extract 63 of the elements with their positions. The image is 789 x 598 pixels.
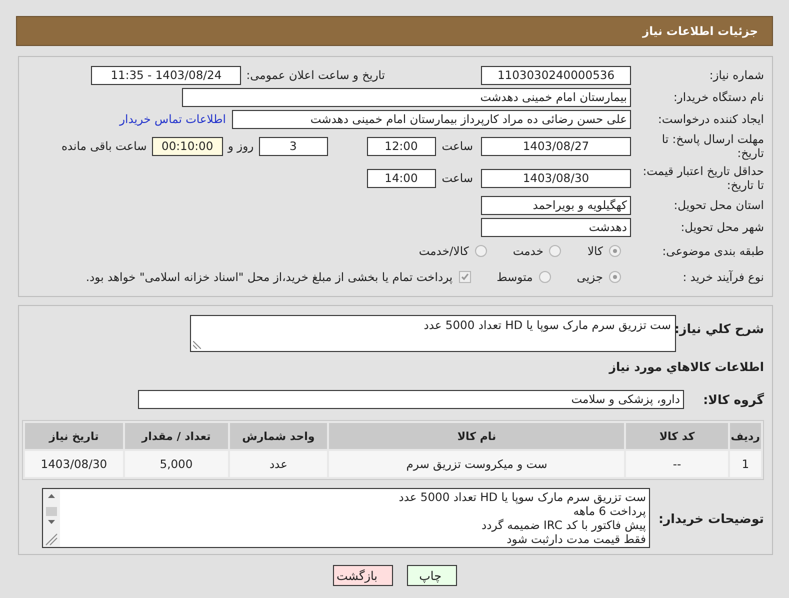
field-label: نام دستگاه خریدار:: [672, 90, 764, 104]
input-field[interactable]: 14:00: [366, 168, 436, 188]
time-label: ساعت: [442, 139, 473, 153]
scrollbar[interactable]: [43, 489, 60, 547]
resize-grip-icon[interactable]: [193, 341, 201, 349]
field-label: مهلت ارسال پاسخ: تا تاریخ:: [660, 132, 764, 160]
input-field[interactable]: 3: [258, 136, 328, 156]
contact-link[interactable]: اطلاعات تماس خریدار: [119, 112, 226, 126]
field-label: توضیحات خریدار:: [657, 510, 764, 526]
table-cell: 5,000: [124, 451, 228, 477]
checkbox-label: پرداخت تمام یا بخشی از مبلغ خرید،از محل "اسناد خزانه اسلامی" خواهد بود.: [86, 270, 453, 284]
input-field[interactable]: 1403/08/27: [481, 136, 631, 156]
radio-button[interactable]: [609, 245, 621, 257]
table-cell: ست و میکروست تزریق سرم: [329, 451, 624, 477]
radio-label: کالا: [587, 244, 603, 258]
column-header: واحد شمارش: [230, 423, 328, 449]
radio-button[interactable]: [609, 271, 621, 283]
column-header: ردیف: [730, 423, 761, 449]
table-cell: عدد: [230, 451, 328, 477]
field-label: نوع فرآیند خرید :: [682, 270, 764, 284]
input-field[interactable]: 1103030240000536: [481, 66, 631, 84]
field-label: ایجاد کننده درخواست:: [657, 112, 764, 126]
radio-label: متوسط: [496, 270, 533, 284]
section-title: اطلاعات كالاهاي مورد نياز: [608, 360, 764, 374]
checkbox[interactable]: [458, 271, 471, 283]
notes-field[interactable]: ست تزریق سرم مارک سوپا یا HD تعداد 5000 عدد پرداخت 6 ماهه پیش فاکتور با کد IRC ضمیمه گردد فقط قیمت مدت دارثبت شود: [42, 488, 650, 548]
field-label: استان محل تحویل:: [672, 198, 764, 212]
table-cell: 1: [730, 451, 761, 477]
input-field[interactable]: کهگیلویه و بویراحمد: [481, 196, 631, 214]
field-label: تاریخ و ساعت اعلان عمومی:: [246, 68, 385, 82]
column-header: تاریخ نیاز: [25, 423, 123, 449]
table-cell: --: [626, 451, 728, 477]
radio-label: جزیی: [576, 270, 603, 284]
input-field[interactable]: دهدشت: [481, 218, 631, 236]
table-cell: 1403/08/30: [25, 451, 123, 477]
input-field[interactable]: علی حسن رضائی ده مراد کارپرداز بیمارستان امام خمینی دهدشت: [232, 110, 631, 128]
print-button[interactable]: چاپ: [406, 565, 456, 586]
radio-label: کالا/خدمت: [418, 244, 469, 258]
back-button[interactable]: بازگشت: [332, 565, 392, 586]
days-label: روز و: [228, 139, 254, 153]
field-label: طبقه بندی موضوعی:: [661, 244, 764, 258]
input-field[interactable]: 12:00: [366, 136, 436, 156]
radio-button[interactable]: [474, 245, 487, 257]
column-header: نام کالا: [329, 423, 624, 449]
field-label: شرح كلي نياز:: [676, 321, 764, 336]
column-header: تعداد / مقدار: [124, 423, 228, 449]
radio-button[interactable]: [538, 271, 551, 283]
radio-button[interactable]: [549, 245, 562, 257]
page-header: جزئیات اطلاعات نیاز: [16, 16, 773, 46]
field-label: شهر محل تحویل:: [680, 220, 764, 234]
field-label: گروه کالا:: [702, 392, 764, 406]
input-field[interactable]: بیمارستان امام خمینی دهدشت: [182, 88, 631, 106]
input-field[interactable]: 1403/08/24 - 11:35: [91, 66, 242, 84]
remaining-label: ساعت باقی مانده: [62, 139, 147, 153]
time-label: ساعت: [442, 171, 473, 185]
input-field[interactable]: دارو، پزشکی و سلامت: [138, 390, 684, 408]
field-label: شماره نیاز:: [708, 68, 764, 82]
description-field[interactable]: ست تزریق سرم مارک سوپا یا HD تعداد 5000 عدد: [190, 315, 676, 352]
input-field[interactable]: 1403/08/30: [481, 168, 631, 188]
field-label: حداقل تاریخ اعتبار قیمت: تا تاریخ:: [642, 164, 764, 192]
radio-label: خدمت: [512, 244, 544, 258]
column-header: کد کالا: [626, 423, 728, 449]
countdown-field[interactable]: 00:10:00: [152, 136, 223, 156]
